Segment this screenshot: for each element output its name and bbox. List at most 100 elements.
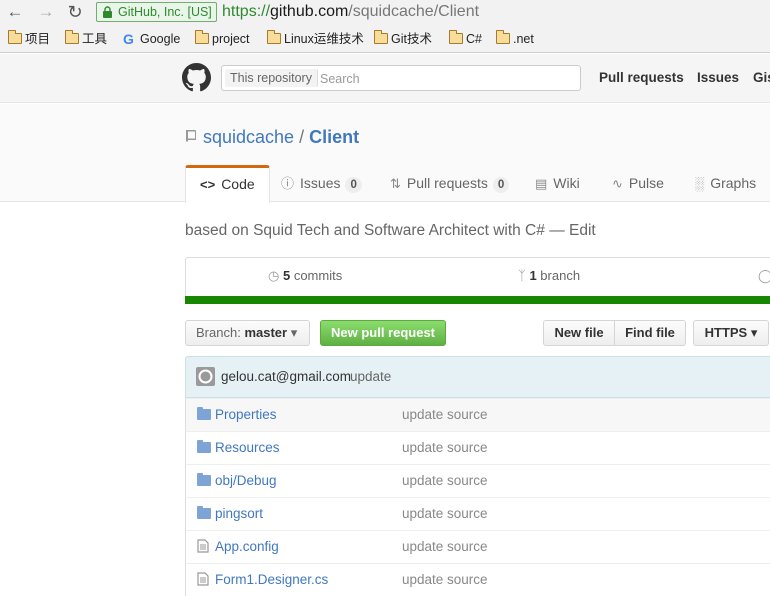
back-arrow-icon[interactable]: ← (5, 3, 25, 21)
book-icon: ▤ (535, 176, 548, 191)
bookmark-label: project (212, 32, 250, 46)
folder-icon (8, 30, 22, 44)
file-row[interactable]: obj/Debug update source (185, 464, 770, 497)
folder-icon (197, 440, 211, 453)
tab-code[interactable]: <> Code (185, 165, 270, 203)
branch-name: master (244, 325, 288, 340)
forward-arrow-icon[interactable]: → (36, 3, 56, 21)
language-bar[interactable] (185, 296, 770, 304)
commit-message-link[interactable]: update (350, 369, 391, 384)
folder-icon (65, 30, 79, 44)
file-row[interactable]: Properties update source (185, 398, 770, 431)
search-scope-label: This repository (225, 69, 318, 87)
tab-label: Code (221, 176, 255, 192)
nav-gist[interactable]: Gist (753, 70, 770, 85)
browser-chrome: ← → ↻ GitHub, Inc. [US] https://github.c… (0, 0, 770, 71)
pull-requests-counter: 0 (492, 177, 510, 193)
new-file-button[interactable]: New file (543, 320, 615, 346)
github-logo-icon[interactable] (182, 63, 211, 92)
bookmark-folder[interactable]: Linux运维技术 (265, 30, 364, 47)
new-pull-request-button[interactable]: New pull request (320, 320, 446, 346)
issue-icon: ⓘ (281, 176, 295, 191)
commits-count: 5 (282, 268, 291, 283)
repo-owner-link[interactable]: squidcache (203, 127, 294, 147)
branch-count: 1 (529, 268, 537, 283)
url-path: /squidcache/Client (348, 3, 480, 20)
file-text-icon (197, 572, 209, 586)
bookmark-folder[interactable]: Git技术 (372, 30, 432, 47)
reload-icon[interactable]: ↻ (65, 3, 85, 21)
description-separator: — (549, 222, 565, 239)
file-row[interactable]: Form1.Designer.cs update source (185, 563, 770, 596)
bookmark-folder[interactable]: 项目 (6, 30, 50, 47)
bookmark-label: Linux运维技术 (284, 32, 364, 46)
bookmark-label: Google (140, 32, 181, 46)
tag-icon[interactable]: ◯ (758, 268, 770, 284)
file-name-link[interactable]: Properties (215, 407, 277, 422)
folder-icon (449, 30, 463, 44)
edit-description-link[interactable]: Edit (569, 222, 596, 239)
tab-label: Pulse (628, 175, 664, 191)
file-row[interactable]: Resources update source (185, 431, 770, 464)
file-commit-message[interactable]: update source (402, 572, 488, 587)
commits-label: commits (293, 268, 343, 283)
file-name-link[interactable]: Resources (215, 440, 280, 455)
nav-issues[interactable]: Issues (697, 70, 739, 85)
find-file-button[interactable]: Find file (614, 320, 686, 346)
repo-description: based on Squid Tech and Software Archite… (185, 222, 596, 240)
avatar[interactable] (196, 367, 215, 386)
tab-label: Graphs (710, 175, 757, 191)
address-bar-row: ← → ↻ GitHub, Inc. [US] https://github.c… (0, 0, 770, 26)
bookmark-folder[interactable]: C# (447, 30, 482, 47)
commit-author-link[interactable]: gelou.cat@gmail.com (221, 369, 351, 384)
file-row[interactable]: App.config update source (185, 530, 770, 563)
folder-icon (195, 30, 209, 44)
tab-label: Issues (300, 175, 341, 191)
github-avatar-icon (198, 369, 213, 384)
google-icon: G (123, 31, 134, 47)
tab-issues[interactable]: ⓘ Issues 0 (281, 165, 362, 203)
caret-down-icon: ▾ (750, 325, 758, 340)
url-host: github.com (270, 3, 349, 20)
bookmark-folder[interactable]: project (193, 30, 250, 47)
file-name-link[interactable]: App.config (215, 539, 279, 554)
file-name-link[interactable]: Form1.Designer.cs (215, 572, 328, 587)
url-field[interactable]: https://github.com/squidcache/Client (222, 2, 479, 22)
file-commit-message[interactable]: update source (402, 407, 488, 422)
commits-stat[interactable]: ◷ 5 commits (268, 268, 342, 284)
bookmarks-bar: 项目 工具 G Google project Linux运维技术 Git技术 C#… (0, 27, 770, 71)
tab-wiki[interactable]: ▤ Wiki (535, 165, 580, 203)
repo-name-link[interactable]: Client (309, 127, 359, 147)
code-icon: <> (200, 177, 216, 192)
folder-icon (496, 30, 510, 44)
search-input[interactable] (320, 70, 570, 87)
file-commit-message[interactable]: update source (402, 539, 488, 554)
branch-select-button[interactable]: Branch: master ▾ (185, 320, 310, 346)
folder-icon (197, 473, 211, 486)
security-indicator[interactable]: GitHub, Inc. [US] (96, 2, 217, 22)
branches-stat[interactable]: ᛉ 1 branch (518, 268, 580, 283)
file-row[interactable]: pingsort update source (185, 497, 770, 530)
file-name-link[interactable]: pingsort (215, 506, 263, 521)
tab-pull-requests[interactable]: ⇅ Pull requests 0 (390, 165, 510, 203)
nav-pull-requests[interactable]: Pull requests (599, 70, 684, 85)
file-commit-message[interactable]: update source (402, 506, 488, 521)
branch-prefix: Branch: (196, 325, 241, 340)
bookmark-folder[interactable]: 工具 (63, 30, 107, 47)
tab-label: Wiki (553, 175, 580, 191)
bookmark-label: Git技术 (391, 32, 432, 46)
caret-down-icon: ▾ (290, 325, 298, 340)
file-commit-message[interactable]: update source (402, 440, 488, 455)
bookmark-link[interactable]: G Google (121, 31, 180, 47)
repo-title: squidcache / Client (203, 126, 359, 148)
tab-pulse[interactable]: ∿ Pulse (612, 165, 664, 203)
description-text: based on Squid Tech and Software Archite… (185, 222, 545, 239)
tab-graphs[interactable]: ░ Graphs (695, 165, 756, 203)
file-name-link[interactable]: obj/Debug (215, 473, 277, 488)
tab-label: Pull requests (406, 175, 488, 191)
file-commit-message[interactable]: update source (402, 473, 488, 488)
clone-protocol-button[interactable]: HTTPS ▾ (693, 320, 769, 346)
history-icon: ◷ (268, 268, 280, 283)
bookmark-folder[interactable]: .net (494, 30, 534, 47)
branch-label: branch (540, 268, 581, 283)
